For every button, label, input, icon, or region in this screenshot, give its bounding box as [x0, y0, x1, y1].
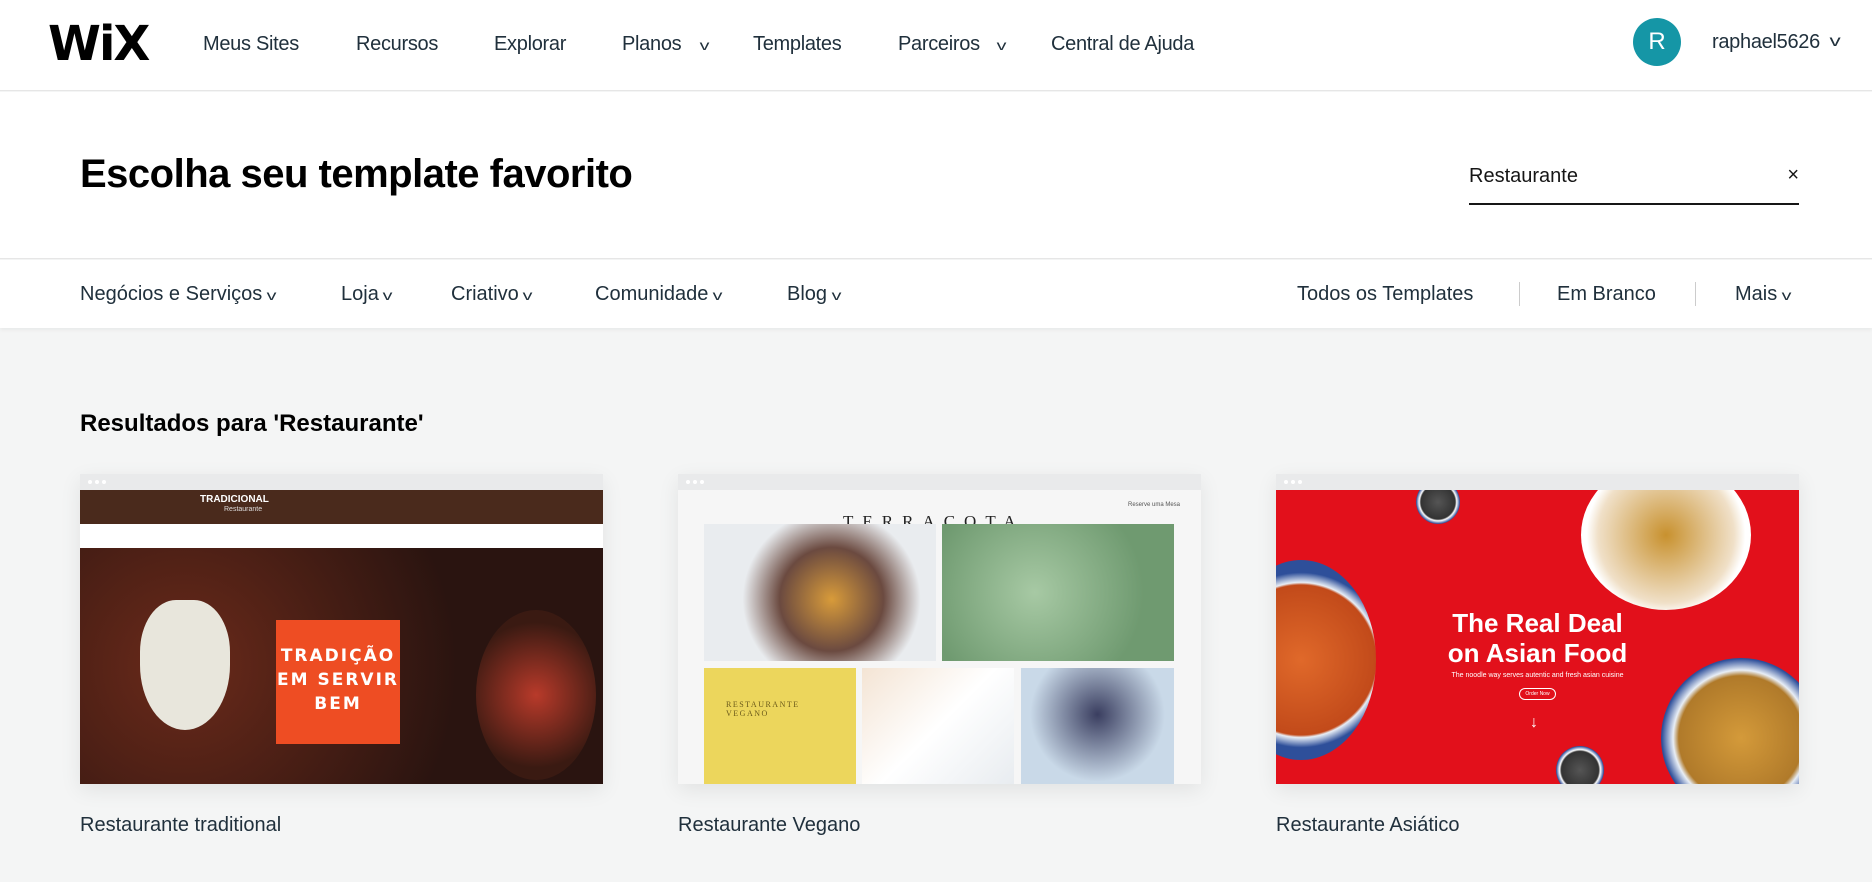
category-label: Loja — [341, 283, 379, 305]
search-box: × — [1469, 160, 1799, 205]
category-label: Comunidade — [595, 283, 709, 305]
thumb-cta: Order Now — [1519, 688, 1556, 700]
thumb-headline: The Real Deal — [1452, 608, 1623, 638]
top-navigation: WiX Meus Sites Recursos Explorar Planos … — [0, 0, 1872, 91]
category-loja[interactable]: Loja v — [341, 283, 393, 306]
thumb-headline: on Asian Food — [1447, 638, 1628, 668]
template-card-vegano[interactable]: TERRACOTA Reserve uma Mesa RESTAURANTE V… — [678, 474, 1201, 784]
chevron-down-icon[interactable]: v — [700, 37, 710, 53]
link-em-branco[interactable]: Em Branco — [1557, 283, 1656, 306]
thumb-headline: TRADIÇÃO EM SERVIR BEM — [276, 620, 400, 744]
divider — [1519, 282, 1520, 306]
chevron-down-icon: v — [1781, 287, 1792, 303]
template-thumbnail: TRADICIONAL Restaurante TRADIÇÃO EM SERV… — [80, 490, 603, 784]
nav-templates[interactable]: Templates — [753, 33, 842, 56]
category-label: Criativo — [451, 283, 519, 305]
category-blog[interactable]: Blog v — [787, 283, 841, 306]
template-thumbnail: TERRACOTA Reserve uma Mesa RESTAURANTE V… — [678, 490, 1201, 784]
template-card-asiatico[interactable]: The Real Deal on Asian Food The noodle w… — [1276, 474, 1799, 784]
category-comunidade[interactable]: Comunidade v — [595, 283, 723, 306]
nav-parceiros[interactable]: Parceiros — [898, 33, 980, 56]
chevron-down-icon[interactable]: v — [1829, 33, 1840, 51]
arrow-down-icon: ↓ — [1530, 714, 1538, 731]
thumb-subtitle: The noodle way serves autentic and fresh… — [1451, 672, 1624, 679]
thumb-reserve: Reserve uma Mesa — [1128, 502, 1181, 508]
chevron-down-icon: v — [712, 287, 723, 303]
category-label: Mais — [1735, 283, 1778, 305]
category-label: Negócios e Serviços — [80, 283, 263, 305]
browser-bar — [678, 474, 1201, 490]
category-mais[interactable]: Mais v — [1735, 283, 1792, 306]
results-heading: Resultados para 'Restaurante' — [80, 410, 424, 437]
nav-planos[interactable]: Planos — [622, 33, 682, 56]
search-input[interactable] — [1469, 160, 1759, 192]
thumb-box-title: RESTAURANTE VEGANO — [726, 700, 800, 718]
chevron-down-icon: v — [831, 287, 841, 303]
nav-recursos[interactable]: Recursos — [356, 33, 438, 56]
template-name[interactable]: Restaurante traditional — [80, 814, 281, 837]
username-menu[interactable]: raphael5626 — [1712, 31, 1820, 54]
close-icon[interactable]: × — [1787, 164, 1799, 187]
thumb-brand: TRADICIONAL — [200, 494, 269, 505]
template-card-traditional[interactable]: TRADICIONAL Restaurante TRADIÇÃO EM SERV… — [80, 474, 603, 784]
wix-logo[interactable]: WiX — [48, 16, 150, 72]
template-name[interactable]: Restaurante Vegano — [678, 814, 860, 837]
chevron-down-icon: v — [522, 287, 533, 303]
divider — [1695, 282, 1696, 306]
nav-central-de-ajuda[interactable]: Central de Ajuda — [1051, 33, 1194, 56]
thumb-brand-sub: Restaurante — [224, 506, 263, 513]
browser-bar — [1276, 474, 1799, 490]
category-criativo[interactable]: Criativo v — [451, 283, 533, 306]
category-label: Blog — [787, 283, 828, 305]
category-negocios[interactable]: Negócios e Serviços v — [80, 283, 277, 306]
nav-meus-sites[interactable]: Meus Sites — [203, 33, 299, 56]
category-bar: Negócios e Serviços v Loja v Criativo v … — [0, 260, 1872, 328]
avatar[interactable]: R — [1633, 18, 1681, 66]
chevron-down-icon: v — [266, 287, 277, 303]
chevron-down-icon[interactable]: v — [997, 37, 1007, 53]
browser-bar — [80, 474, 603, 490]
link-todos-templates[interactable]: Todos os Templates — [1297, 283, 1473, 306]
page-title: Escolha seu template favorito — [80, 152, 633, 196]
nav-explorar[interactable]: Explorar — [494, 33, 566, 56]
chevron-down-icon: v — [382, 287, 393, 303]
template-thumbnail: The Real Deal on Asian Food The noodle w… — [1276, 490, 1799, 784]
template-name[interactable]: Restaurante Asiático — [1276, 814, 1459, 837]
